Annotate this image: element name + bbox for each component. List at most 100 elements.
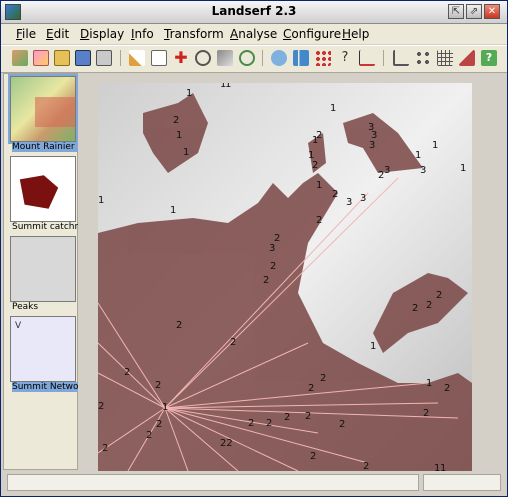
layer-panel: Mount Rainier Summit catchment Peaks V S… [3,73,78,470]
landserf-window: Landserf 2.3 ⇱ ⇗ ✕ File Edit Display Inf… [0,0,508,497]
peak-label: 3 [420,165,426,176]
peak-label: 2 [316,215,322,226]
maximize-button[interactable]: ⇗ [466,4,482,19]
peak-label: 2 [426,300,432,311]
network-icon[interactable] [415,50,431,66]
edit-pencil-icon[interactable] [129,50,145,66]
layer-thumbnail-mount-rainier[interactable] [8,74,78,144]
toolbar-separator [262,50,263,66]
layer-thumbnail-peaks[interactable] [10,236,76,302]
window-title: Landserf 2.3 [211,4,297,18]
grid-icon[interactable] [437,50,453,66]
peak-label: 1 [440,463,446,471]
layer-label[interactable]: Summit catchment [12,222,78,232]
save-icon[interactable] [75,50,91,66]
terrain-icon[interactable] [459,50,475,66]
print-icon[interactable] [96,50,112,66]
peak-label: 1 [330,103,336,114]
minimize-button[interactable]: ⇱ [448,4,464,19]
angle-icon[interactable] [393,50,409,66]
peak-label: 2 [305,411,311,422]
status-bar [3,474,505,493]
peak-label: 2 [98,401,104,412]
edit-text-icon[interactable] [151,50,167,66]
peak-label: 2 [320,373,326,384]
peak-label: 2 [173,115,179,126]
menu-configure[interactable]: Configure [283,27,341,41]
scatter-plot-icon[interactable] [315,50,331,66]
peak-label: 2 [412,303,418,314]
peak-label: 1 [316,180,322,191]
open-folder-icon[interactable] [54,50,70,66]
terrain-map[interactable]: 1 1 1 1 2 1 3 3 3 1 1 3 1 1 1 3 2 2 2 1 [98,83,472,471]
peak-label: 2 [332,189,338,200]
layer-label[interactable]: Summit Network [12,382,78,392]
query-icon[interactable]: ? [337,50,353,66]
zoom-icon[interactable] [195,50,211,66]
menu-transform[interactable]: Transform [164,27,224,41]
peak-label: 2 [270,261,276,272]
status-message [7,474,419,491]
peak-label: 2 [310,451,316,462]
menu-edit[interactable]: Edit [46,27,69,41]
menu-help[interactable]: Help [342,27,369,41]
title-bar[interactable]: Landserf 2.3 ⇱ ⇗ ✕ [1,1,507,24]
peak-label: 2 [102,443,108,454]
peak-label: 1 [460,163,466,174]
peak-label: 3 [384,165,390,176]
summit-highlight [35,97,75,127]
menu-file[interactable]: File [16,27,36,41]
menu-bar: File Edit Display Info Transform Analyse… [1,24,507,44]
peak-label: 2 [263,275,269,286]
peak-label: 3 [369,140,375,151]
peak-label: 2 [155,380,161,391]
raster-map-icon[interactable] [12,50,28,66]
line-chart-icon[interactable] [359,50,375,66]
peak-label: 2 [363,461,369,471]
network-glyph: V [15,321,22,331]
peak-label: 1 [415,150,421,161]
peak-label: 1 [426,378,432,389]
peak-label: 2 [308,383,314,394]
peak-label: 3 [346,197,352,208]
status-coordinates [423,474,501,491]
peak-label: 1 [162,402,168,413]
map-view[interactable]: 1 1 1 1 2 1 3 3 3 1 1 3 1 1 1 3 2 2 2 1 [98,83,472,471]
peak-label: 2 [284,412,290,423]
vector-map-icon[interactable] [33,50,49,66]
menu-analyse[interactable]: Analyse [230,27,277,41]
peak-label: 2 [274,233,280,244]
peak-label: 2 [444,383,450,394]
peak-label: 1 [225,83,231,90]
layer-thumbnail-summit-catchment[interactable] [10,156,76,222]
peak-label: 2 [176,320,182,331]
peak-label: 1 [98,195,104,206]
peak-label: 2 [266,418,272,429]
peak-label: 2 [248,418,254,429]
help-icon[interactable]: ? [481,50,497,66]
peak-label: 2 [316,130,322,141]
peak-label: 3 [269,243,275,254]
peak-label: 22 [220,438,233,449]
catchment-shape [19,175,59,209]
peak-label: 2 [436,290,442,301]
menu-display[interactable]: Display [80,27,124,41]
rotate-icon[interactable] [239,50,255,66]
crosshair-icon[interactable]: ✚ [173,50,189,66]
peak-label: 1 [370,341,376,352]
peak-label: 2 [156,419,162,430]
layer-label[interactable]: Peaks [12,302,78,312]
peak-label: 2 [339,419,345,430]
menu-info[interactable]: Info [131,27,154,41]
peak-label: 1 [176,130,182,141]
peak-label: 2 [423,408,429,419]
comment-icon[interactable] [271,50,287,66]
peak-label: 1 [432,140,438,151]
peak-label: 1 [186,88,192,99]
bar-chart-icon[interactable] [293,50,309,66]
layer-thumbnail-summit-network[interactable]: V [10,316,76,382]
layer-label[interactable]: Mount Rainier [12,142,78,152]
close-button[interactable]: ✕ [484,4,500,19]
peak-label: 2 [378,170,384,181]
pan-icon[interactable] [217,50,233,66]
